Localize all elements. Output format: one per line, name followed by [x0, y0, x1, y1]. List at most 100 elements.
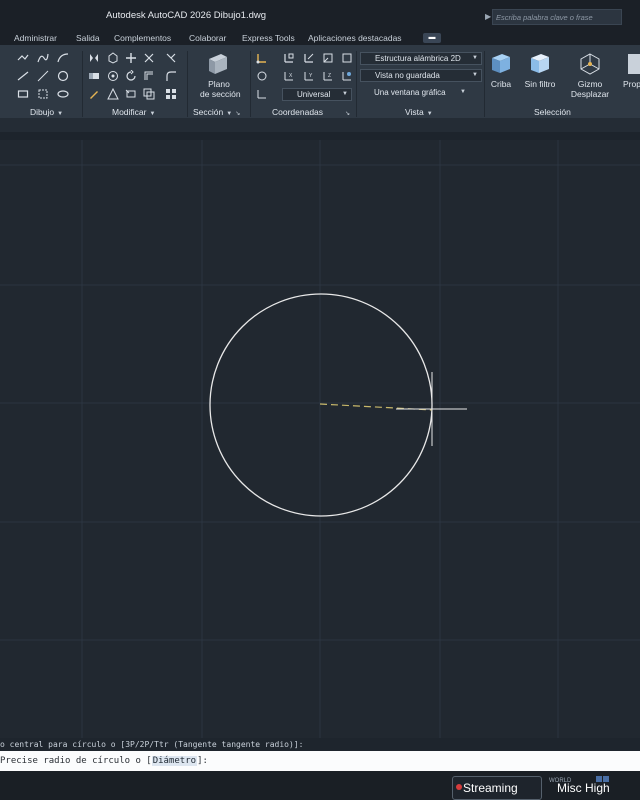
3d-rotate-icon[interactable] — [107, 70, 119, 82]
chevron-down-icon: ▼ — [472, 55, 478, 61]
ucs-combo[interactable]: Universal ▼ — [282, 88, 352, 101]
line-icon[interactable] — [17, 70, 29, 82]
spline-icon[interactable] — [37, 52, 49, 64]
chevron-down-icon: ▼ — [472, 72, 478, 78]
ucs-icon[interactable] — [256, 52, 268, 64]
ucs-object-icon[interactable] — [341, 70, 353, 82]
fillet-icon[interactable] — [165, 70, 177, 82]
array-icon[interactable] — [165, 88, 177, 100]
ucs-y-icon[interactable]: Y — [303, 70, 315, 82]
tab-aplicaciones-destacadas[interactable]: Aplicaciones destacadas — [308, 33, 402, 43]
dialog-launcher-icon[interactable]: ↘ — [235, 111, 240, 117]
group-vista-text: Vista — [405, 107, 424, 117]
viewport-config-value: Una ventana gráfica — [374, 88, 446, 97]
gizmo-line1: Gizmo — [577, 79, 603, 89]
region-icon[interactable] — [37, 88, 49, 100]
drawing-canvas[interactable] — [0, 140, 640, 738]
ucs-rotate-icon[interactable] — [256, 70, 268, 82]
scale-icon[interactable] — [107, 88, 119, 100]
ribbon-separator — [187, 51, 188, 117]
pencil-icon[interactable] — [88, 88, 100, 100]
sin-filtro-button[interactable]: Sin filtro — [520, 79, 560, 89]
mirror-icon[interactable] — [88, 52, 100, 64]
arc-icon[interactable] — [57, 52, 69, 64]
chevron-down-icon: ▼ — [226, 111, 233, 117]
group-label-seleccion: Selección — [534, 107, 571, 117]
view-combo[interactable]: Vista no guardada ▼ — [360, 69, 482, 82]
group-dibujo-text: Dibujo — [30, 107, 55, 117]
tab-express-tools[interactable]: Express Tools — [242, 33, 295, 43]
criba-icon[interactable] — [488, 51, 514, 77]
sin-filtro-icon[interactable] — [527, 51, 553, 77]
group-label-seccion[interactable]: Sección ▼ ↘ — [193, 107, 240, 117]
union-icon[interactable] — [88, 70, 100, 82]
status-bar — [0, 771, 640, 800]
rotate-icon[interactable] — [125, 70, 137, 82]
search-expand-icon[interactable]: ▶ — [485, 12, 491, 21]
visual-style-combo[interactable]: Estructura alámbrica 2D ▼ — [360, 52, 482, 65]
group-label-dibujo[interactable]: Dibujo ▼ — [30, 107, 63, 117]
tab-salida[interactable]: Salida — [76, 33, 100, 43]
tab-complementos[interactable]: Complementos — [114, 33, 171, 43]
search-input[interactable]: Escriba palabra clave o frase — [492, 9, 622, 25]
chevron-down-icon: ▼ — [460, 89, 466, 95]
stretch-icon[interactable] — [125, 88, 137, 100]
offset-icon[interactable] — [143, 70, 155, 82]
view-combo-value: Vista no guardada — [375, 71, 440, 80]
command-option-diametro[interactable]: Diámetro — [151, 756, 198, 766]
section-plane-icon[interactable] — [205, 51, 231, 77]
ribbon-separator — [356, 51, 357, 117]
ribbon-bottom-band — [0, 118, 640, 132]
properties-icon[interactable] — [626, 51, 640, 77]
chevron-down-icon: ▼ — [149, 111, 156, 117]
group-label-vista[interactable]: Vista ▼ — [405, 107, 433, 117]
ucs-named-icon[interactable] — [341, 52, 353, 64]
svg-text:Z: Z — [328, 73, 331, 79]
ribbon-separator — [484, 51, 485, 117]
plano-seccion-button[interactable]: Plano de sección — [200, 79, 241, 99]
rectangle-icon[interactable] — [17, 88, 29, 100]
file-tabs-strip — [0, 132, 640, 140]
ucs-face-icon[interactable] — [256, 88, 268, 100]
properties-button[interactable]: Prop — [623, 79, 640, 89]
misc-label: Misc High — [557, 781, 610, 795]
group-label-coordenadas[interactable]: Coordenadas ↘ — [272, 107, 350, 117]
gizmo-line2: Desplazar — [570, 89, 610, 99]
ribbon-separator — [250, 51, 251, 117]
svg-text:Y: Y — [309, 73, 313, 79]
command-input[interactable]: Precise radio de círculo o [Diámetro]: — [0, 751, 640, 771]
construction-line-icon[interactable] — [37, 70, 49, 82]
recording-dot-icon — [456, 784, 462, 790]
gizmo-icon[interactable] — [577, 51, 603, 77]
copy-icon[interactable] — [143, 88, 155, 100]
group-label-modificar[interactable]: Modificar ▼ — [112, 107, 155, 117]
ucs-z-icon[interactable]: Z — [322, 70, 334, 82]
move-icon[interactable] — [125, 52, 137, 64]
svg-text:X: X — [289, 73, 293, 79]
ribbon-separator — [82, 51, 83, 117]
circle-icon[interactable] — [57, 70, 69, 82]
gizmo-button[interactable]: Gizmo Desplazar — [568, 79, 612, 99]
trim-icon[interactable] — [165, 52, 177, 64]
plano-line1: Plano — [208, 79, 230, 89]
3d-move-icon[interactable] — [107, 52, 119, 64]
ucs-x-icon[interactable]: X — [283, 70, 295, 82]
criba-button[interactable]: Criba — [486, 79, 516, 89]
window-title: Autodesk AutoCAD 2026 Dibujo1.dwg — [106, 10, 267, 21]
dialog-launcher-icon[interactable]: ↘ — [345, 111, 350, 117]
tab-administrar[interactable]: Administrar — [14, 33, 57, 43]
ellipse-icon[interactable] — [57, 88, 69, 100]
command-prompt: Precise radio de círculo o [ — [0, 756, 152, 766]
chevron-down-icon: ▼ — [57, 111, 64, 117]
polyline-icon[interactable] — [17, 52, 29, 64]
ucs-origin-icon[interactable] — [283, 52, 295, 64]
tab-overflow-button[interactable]: ▬ — [423, 33, 441, 43]
ucs-view-icon[interactable] — [322, 52, 334, 64]
ucs-3point-icon[interactable] — [303, 52, 315, 64]
tab-colaborar[interactable]: Colaborar — [189, 33, 226, 43]
command-prompt-end: ]: — [197, 756, 208, 766]
align-icon[interactable] — [143, 52, 155, 64]
viewport-config-button[interactable]: Una ventana gráfica ▼ — [360, 87, 466, 100]
group-coordenadas-text: Coordenadas — [272, 107, 324, 117]
group-seccion-text: Sección — [193, 107, 224, 117]
